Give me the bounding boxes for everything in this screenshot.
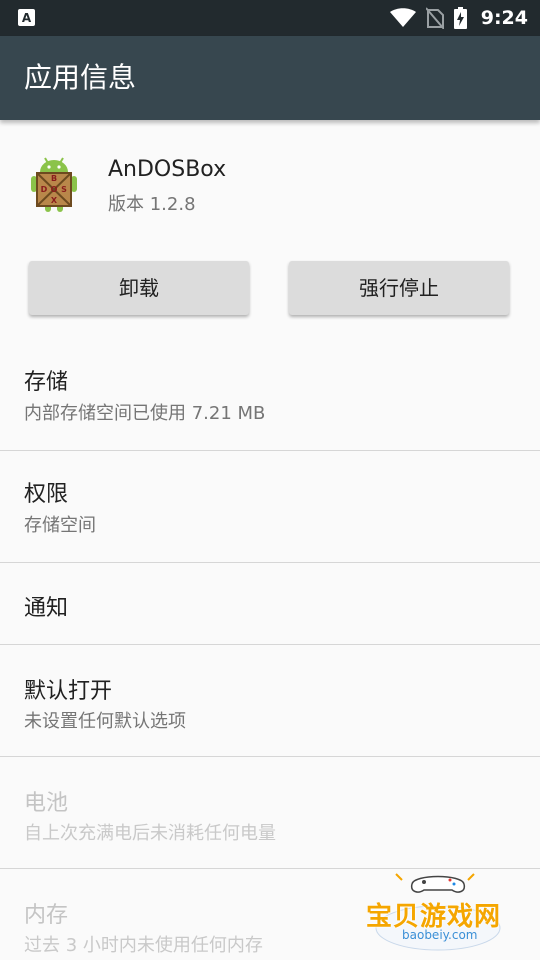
pref-title: 内存 [24, 903, 69, 928]
pref-summary: 未设置任何默认选项 [24, 711, 186, 732]
watermark-url: baobeiy.com [402, 928, 478, 942]
app-version: 版本 1.2.8 [108, 194, 196, 215]
clock: 9:24 [480, 7, 528, 29]
pref-title: 通知 [24, 596, 69, 621]
icon-letter-d: D [41, 185, 48, 194]
pref-battery: 电池 自上次充满电后未消耗任何电量 [0, 757, 540, 868]
app-name: AnDOSBox [108, 157, 227, 182]
status-bar: A 9:24 [0, 0, 540, 36]
pref-permissions[interactable]: 权限 存储空间 [0, 451, 540, 561]
pref-summary: 内部存储空间已使用 7.21 MB [24, 403, 266, 424]
icon-letter-x: X [51, 196, 58, 205]
pref-summary: 存储空间 [24, 515, 96, 536]
icon-letter-s: S [61, 185, 67, 194]
icon-letter-b: B [51, 174, 57, 183]
pref-open-by-default[interactable]: 默认打开 未设置任何默认选项 [0, 645, 540, 756]
watermark: 宝贝游戏网 baobeiy.com [362, 866, 514, 956]
status-icons: 9:24 [389, 0, 528, 36]
andosbox-app-icon: B D O S X [31, 157, 77, 212]
pref-title: 存储 [24, 370, 69, 395]
app-header: B D O S X AnDOSBox 版本 1.2.8 [0, 140, 540, 230]
pref-notifications[interactable]: 通知 [0, 563, 540, 644]
pref-summary: 过去 3 小时内未使用任何内存 [24, 935, 263, 956]
notification-a-icon: A [18, 9, 35, 26]
page-title: 应用信息 [24, 61, 137, 94]
no-sim-icon [425, 7, 444, 29]
battery-charging-icon [453, 7, 467, 29]
uninstall-button[interactable]: 卸载 [29, 261, 249, 315]
pref-title: 电池 [24, 791, 69, 816]
force-stop-button[interactable]: 强行停止 [289, 261, 509, 315]
pref-title: 默认打开 [24, 679, 113, 704]
pref-summary: 自上次充满电后未消耗任何电量 [24, 823, 276, 844]
pref-title: 权限 [24, 482, 69, 507]
app-bar: 应用信息 [0, 36, 540, 120]
pref-storage[interactable]: 存储 内部存储空间已使用 7.21 MB [0, 340, 540, 450]
wifi-icon [389, 8, 416, 27]
icon-letter-o: O [51, 185, 58, 194]
